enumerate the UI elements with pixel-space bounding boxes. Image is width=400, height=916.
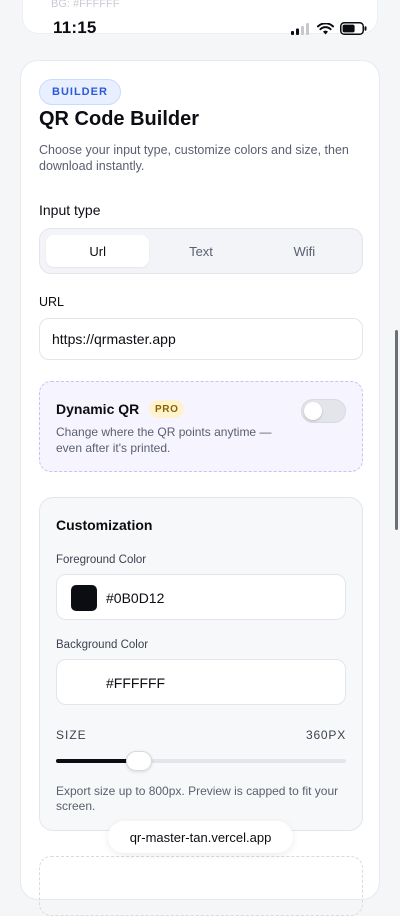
foreground-color-value[interactable]: #0B0D12 — [106, 590, 164, 606]
toggle-knob — [304, 402, 322, 420]
input-type-label: Input type — [39, 202, 101, 218]
signal-icon — [291, 22, 309, 35]
builder-badge: BUILDER — [39, 79, 121, 105]
input-type-wifi[interactable]: Wifi — [253, 235, 356, 267]
dynamic-qr-description: Change where the QR points anytime — eve… — [56, 425, 272, 455]
size-help-text: Export size up to 800px. Preview is capp… — [56, 784, 339, 813]
size-value: 360PX — [305, 728, 346, 742]
size-slider[interactable] — [56, 751, 346, 771]
previous-card-text: BG: #FFFFFF — [51, 0, 120, 10]
size-slider-thumb[interactable] — [125, 751, 152, 771]
dynamic-qr-card: Dynamic QR PRO Change where the QR point… — [39, 381, 363, 472]
page-title: QR Code Builder — [39, 108, 200, 130]
status-time: 11:15 — [53, 18, 97, 37]
background-color-field[interactable]: #FFFFFF — [56, 659, 346, 705]
foreground-swatch[interactable] — [71, 585, 97, 611]
dynamic-qr-toggle[interactable] — [301, 399, 346, 423]
status-bar: 11:15 — [0, 14, 400, 46]
status-icons — [291, 22, 367, 35]
url-input[interactable] — [39, 318, 363, 360]
input-type-url[interactable]: Url — [46, 235, 150, 267]
page-subtitle: Choose your input type, customize colors… — [39, 143, 349, 173]
background-color-label: Background Color — [56, 639, 149, 651]
customization-panel: Customization Foreground Color #0B0D12 B… — [39, 497, 363, 831]
qr-builder-card: BUILDER QR Code Builder Choose your inpu… — [20, 60, 380, 916]
background-color-value[interactable]: #FFFFFF — [106, 675, 165, 691]
customization-title: Customization — [56, 517, 153, 533]
size-label: SIZE — [56, 728, 87, 742]
scrollbar[interactable] — [395, 330, 398, 530]
url-field-label: URL — [39, 295, 65, 309]
next-section-card — [39, 856, 363, 916]
input-type-selector: Url Text Wifi — [39, 228, 363, 274]
foreground-color-label: Foreground Color — [56, 554, 147, 566]
browser-url-bar[interactable]: qr-master-tan.vercel.app — [108, 821, 293, 853]
battery-icon — [340, 22, 367, 35]
pro-badge: PRO — [149, 400, 185, 418]
input-type-text[interactable]: Text — [149, 235, 252, 267]
background-swatch[interactable] — [71, 670, 97, 696]
foreground-color-field[interactable]: #0B0D12 — [56, 574, 346, 620]
wifi-icon — [317, 22, 334, 34]
dynamic-qr-title: Dynamic QR — [56, 401, 140, 417]
